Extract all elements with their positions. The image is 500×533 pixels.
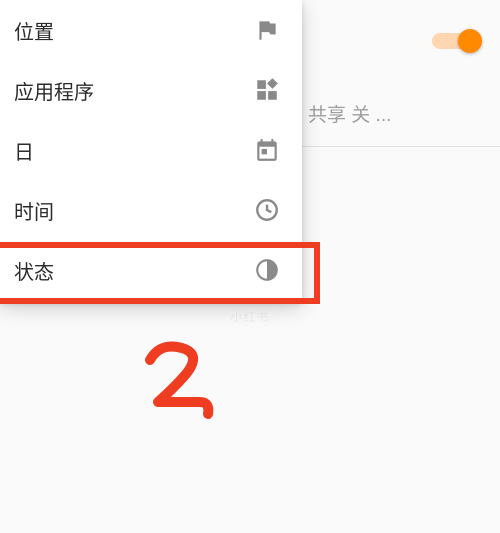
annotation-handwritten-2	[130, 330, 230, 430]
half-circle-icon	[252, 255, 282, 285]
menu-item-status[interactable]: 状态	[0, 240, 302, 300]
apps-icon	[252, 75, 282, 105]
menu-item-day[interactable]: 日	[0, 120, 302, 180]
menu-item-location[interactable]: 位置	[0, 0, 302, 60]
menu-item-time[interactable]: 时间	[0, 180, 302, 240]
watermark-text: 小红书	[0, 308, 500, 325]
filter-menu: 位置 应用程序 日 时间	[0, 0, 302, 302]
calendar-icon	[252, 135, 282, 165]
menu-item-label: 应用程序	[14, 76, 94, 105]
flag-icon	[252, 15, 282, 45]
clock-icon	[252, 195, 282, 225]
menu-item-label: 位置	[14, 16, 54, 45]
section-divider	[302, 146, 500, 147]
menu-item-label: 时间	[14, 196, 54, 225]
menu-item-label: 日	[14, 136, 34, 165]
toggle-thumb	[458, 29, 482, 53]
toggle-switch[interactable]	[432, 30, 478, 52]
menu-item-label: 状态	[14, 256, 54, 285]
menu-item-apps[interactable]: 应用程序	[0, 60, 302, 120]
share-status-text: 共享 关 ...	[308, 100, 391, 127]
